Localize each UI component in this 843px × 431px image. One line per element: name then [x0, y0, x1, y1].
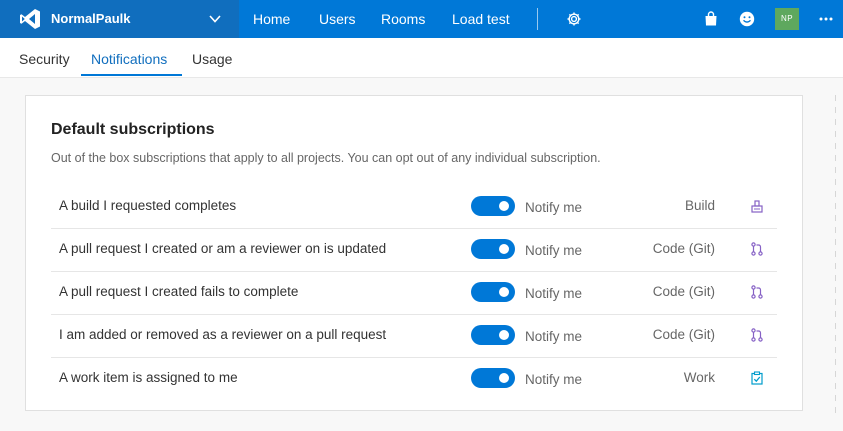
pull-request-icon — [751, 285, 763, 299]
subscription-row: A work item is assigned to me Notify me … — [51, 357, 777, 400]
nav-rooms[interactable]: Rooms — [381, 11, 425, 27]
subscription-label: A pull request I created or am a reviewe… — [59, 241, 387, 256]
chevron-down-icon[interactable] — [208, 13, 222, 25]
top-bar: NormalPaulk Home Users Rooms Load test N… — [0, 0, 843, 38]
notify-label: Notify me — [525, 200, 583, 215]
more-options-icon[interactable] — [818, 10, 834, 28]
default-subscriptions-panel: Default subscriptions Out of the box sub… — [25, 95, 803, 411]
subscription-label: A pull request I created fails to comple… — [59, 284, 299, 299]
notify-toggle[interactable] — [471, 239, 515, 259]
nav-load-test[interactable]: Load test — [452, 11, 510, 27]
pull-request-icon — [751, 328, 763, 342]
subscription-label: A build I requested completes — [59, 198, 237, 213]
toggle-knob — [499, 201, 509, 211]
scroll-divider — [835, 95, 836, 415]
avatar[interactable]: NP — [775, 8, 799, 30]
subscription-label: I am added or removed as a reviewer on a… — [59, 327, 387, 342]
notify-label: Notify me — [525, 372, 583, 387]
gear-icon[interactable] — [565, 10, 583, 28]
org-name: NormalPaulk — [51, 11, 131, 26]
pull-request-icon — [751, 242, 763, 256]
tab-security[interactable]: Security — [19, 51, 70, 67]
build-icon — [751, 200, 763, 213]
subscription-row: I am added or removed as a reviewer on a… — [51, 314, 777, 358]
subscription-row: A pull request I created or am a reviewe… — [51, 228, 777, 272]
shopping-bag-icon[interactable] — [702, 10, 720, 28]
toggle-knob — [499, 287, 509, 297]
notify-toggle[interactable] — [471, 325, 515, 345]
tab-usage[interactable]: Usage — [192, 51, 232, 67]
subscription-category: Code (Git) — [652, 241, 715, 256]
subscription-category: Code (Git) — [652, 284, 715, 299]
subscription-row: A build I requested completes Notify me … — [51, 185, 777, 229]
notify-label: Notify me — [525, 286, 583, 301]
settings-tabs: Security Notifications Usage — [0, 38, 843, 78]
tab-notifications[interactable]: Notifications — [91, 51, 167, 67]
toggle-knob — [499, 244, 509, 254]
subscription-category: Code (Git) — [652, 327, 715, 342]
subscription-row: A pull request I created fails to comple… — [51, 271, 777, 315]
visual-studio-logo-icon — [20, 9, 40, 29]
subscription-category: Build — [684, 198, 715, 213]
notify-toggle[interactable] — [471, 282, 515, 302]
section-description: Out of the box subscriptions that apply … — [51, 151, 601, 165]
active-tab-indicator — [81, 74, 182, 76]
work-item-icon — [751, 371, 763, 385]
notify-toggle[interactable] — [471, 368, 515, 388]
notify-toggle[interactable] — [471, 196, 515, 216]
nav-users[interactable]: Users — [319, 11, 356, 27]
subscription-label: A work item is assigned to me — [59, 370, 238, 385]
notify-label: Notify me — [525, 329, 583, 344]
toggle-knob — [499, 373, 509, 383]
smiley-feedback-icon[interactable] — [738, 10, 756, 28]
nav-separator — [537, 8, 538, 30]
nav-home[interactable]: Home — [253, 11, 290, 27]
notify-label: Notify me — [525, 243, 583, 258]
org-switcher[interactable]: NormalPaulk — [0, 0, 239, 38]
toggle-knob — [499, 330, 509, 340]
subscription-category: Work — [683, 370, 715, 385]
section-title: Default subscriptions — [51, 121, 215, 138]
